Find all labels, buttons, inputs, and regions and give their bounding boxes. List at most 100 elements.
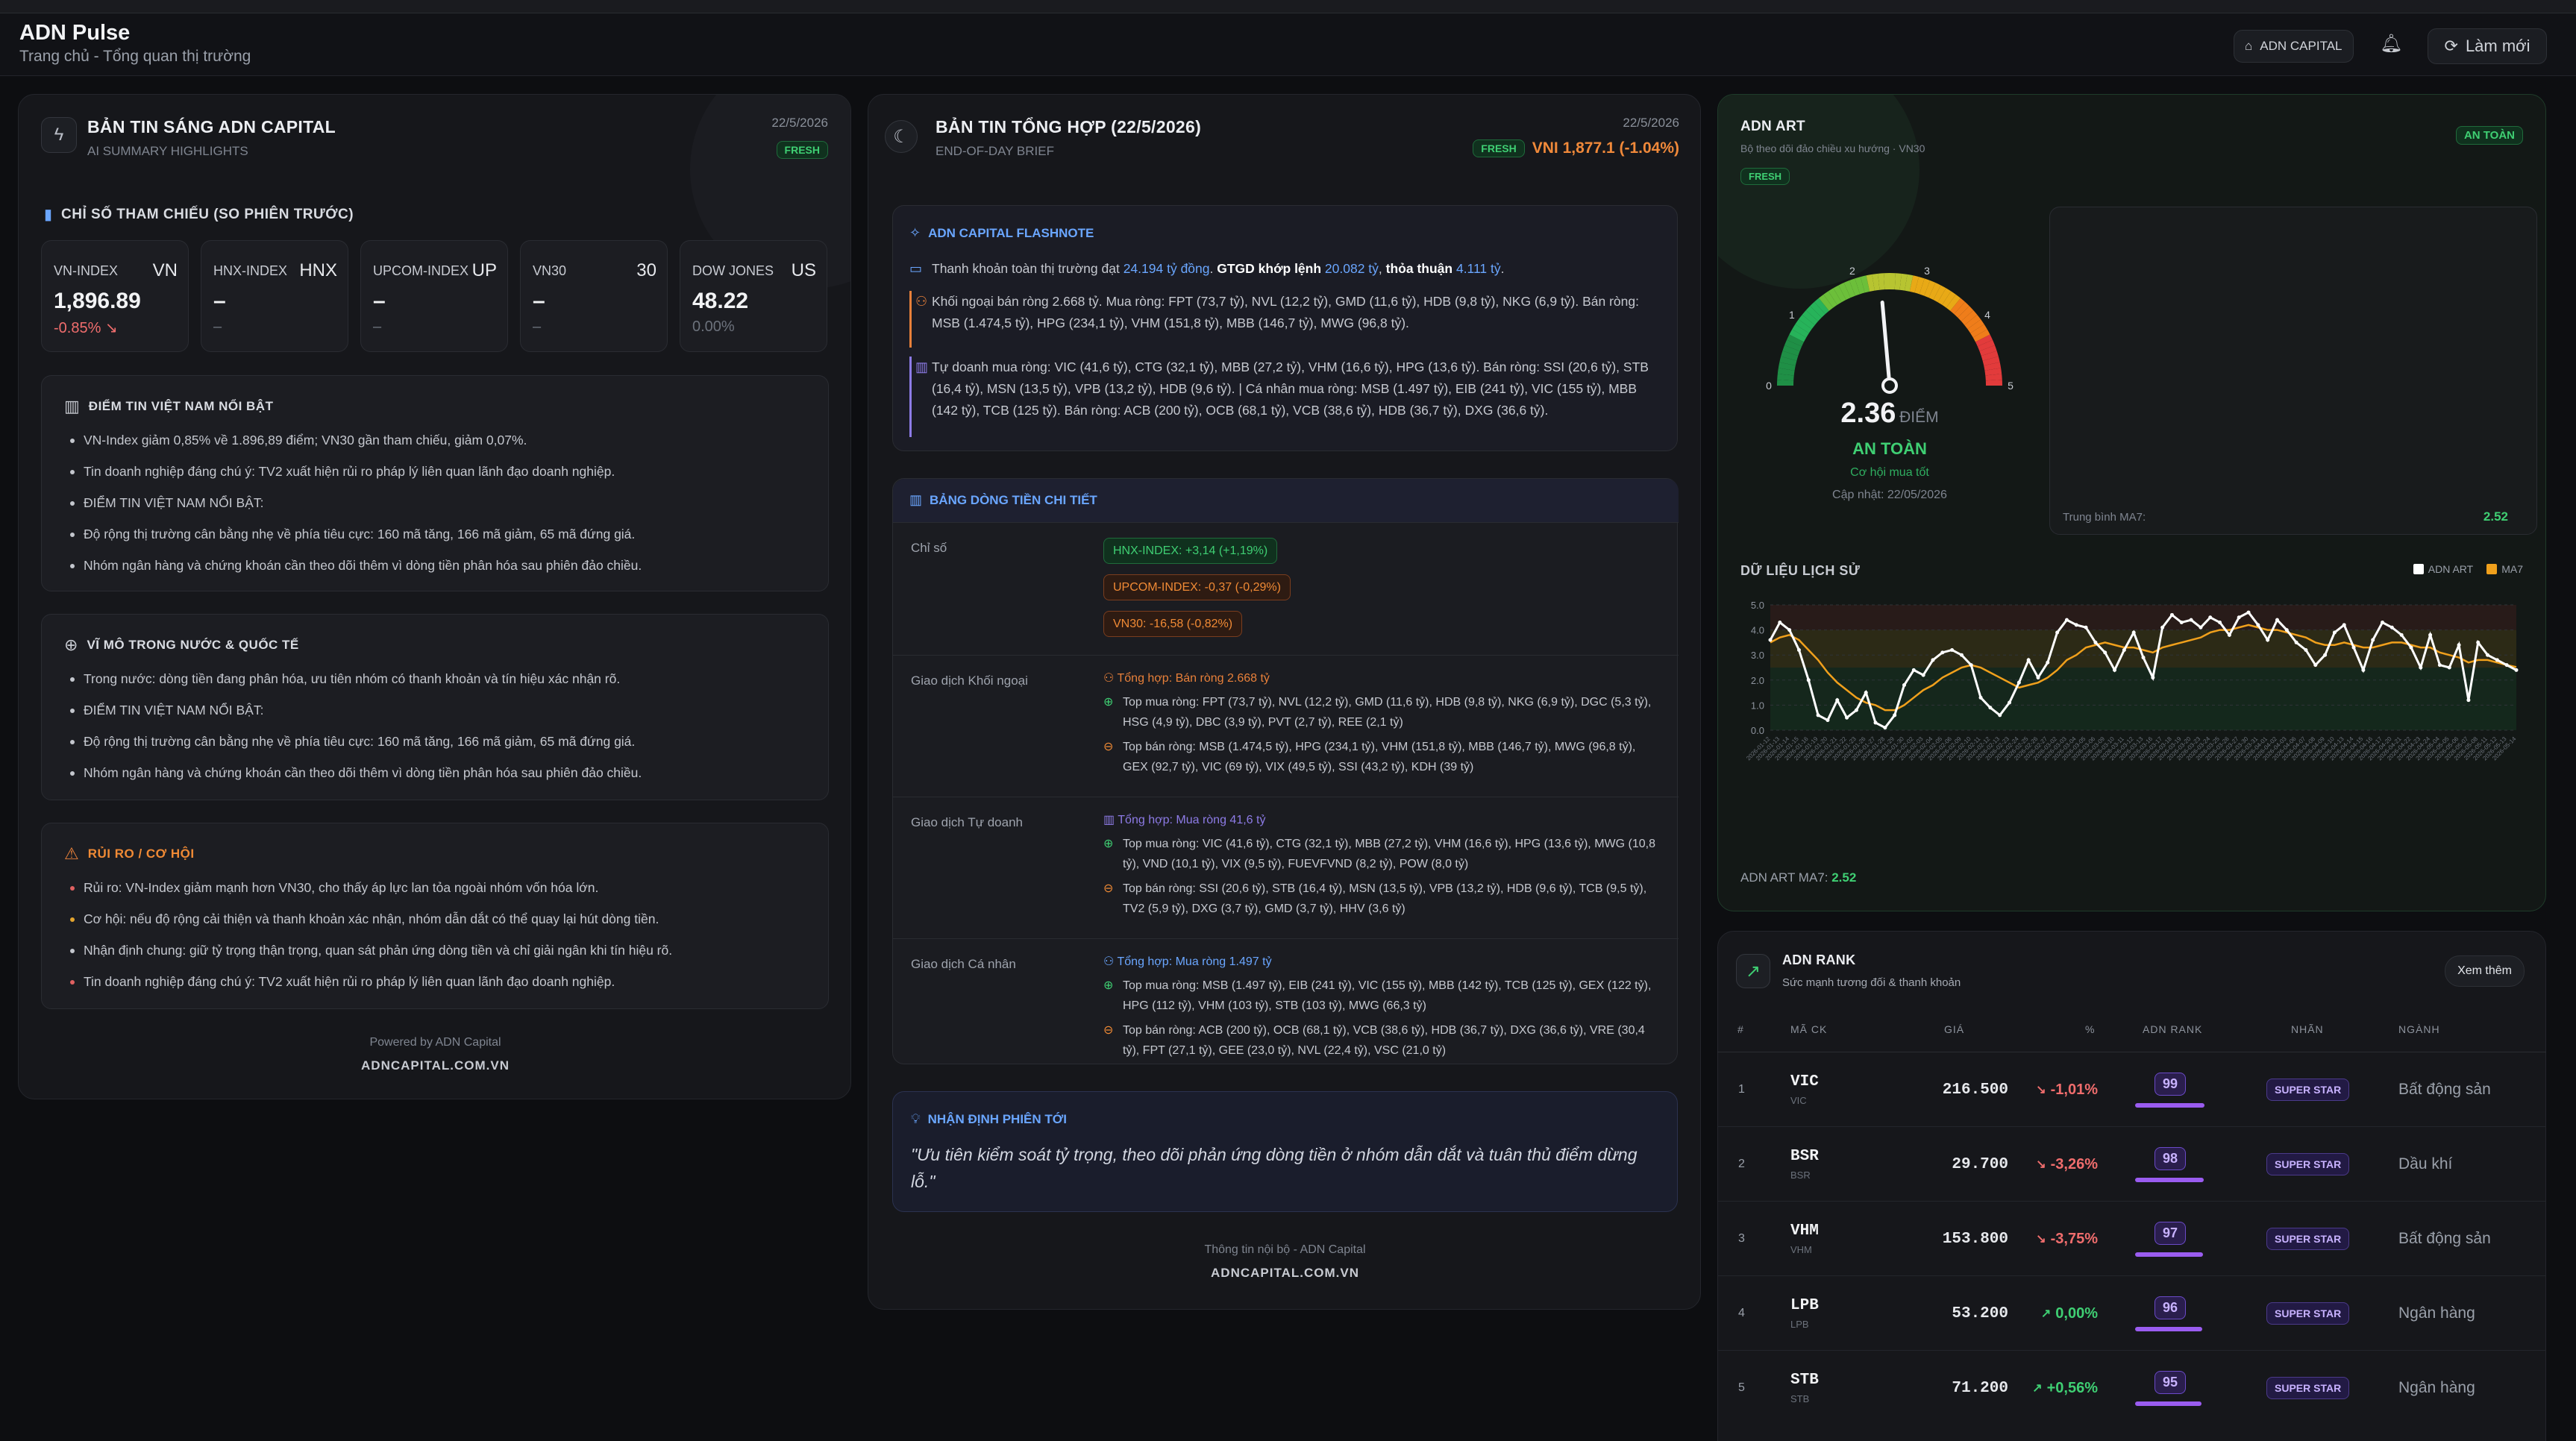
macro-box: ⊕ VĨ MÔ TRONG NƯỚC & QUỐC TẾ Trong nước: … [41, 614, 829, 800]
browser-tab-strip [0, 0, 2576, 13]
index-card-dowjones[interactable]: DOW JONES US 48.22 0.00% [680, 240, 827, 352]
gauge-arc-segment [1982, 356, 2000, 366]
rank-row[interactable]: 3 VHM VHM 153.800 ↘ -3,75% 97 SUPER STAR Bất độn… [1717, 1201, 2546, 1275]
minus-circle-icon: ⊖ [1103, 882, 1114, 895]
rank-score: 99 [2135, 1072, 2205, 1108]
app-header: ADN Pulse Trang chủ - Tổng quan thị trườ… [0, 13, 2576, 76]
vni-summary: VNI 1,877.1 (-1.04%) [1532, 139, 1679, 157]
index-card-hnx[interactable]: HNX-INDEX HNX – – [201, 240, 348, 352]
table-title: BẢNG DÒNG TIỀN CHI TIẾT [930, 492, 1097, 507]
list-item: Rủi ro: VN-Index giảm mạnh hơn VN30, cho… [64, 880, 806, 895]
data-point [2351, 645, 2356, 650]
gauge-tick-label: 3 [1924, 265, 1930, 277]
gauge-arc-segment [1946, 294, 1961, 311]
zone-band [1770, 605, 2516, 630]
data-point [1911, 668, 1916, 672]
gauge-arc-segment [1823, 291, 1837, 308]
gauge-arc-segment [1777, 374, 1794, 381]
site-link[interactable]: ADNCAPITAL.COM.VN [868, 1266, 1700, 1281]
gauge-arc-segment [1984, 362, 2002, 371]
plus-circle-icon: ⊕ [1103, 838, 1114, 850]
data-point [2389, 625, 2394, 630]
rank-row[interactable]: 1 VIC VIC 216.500 ↘ -1,01% 99 SUPER STAR Bất độn… [1717, 1052, 2546, 1126]
data-point [2361, 668, 2366, 672]
panel-title: ADN ART [1740, 119, 1805, 134]
gauge-arc-segment [1798, 314, 1815, 330]
gauge-arc-segment [1924, 280, 1936, 298]
plus-circle-icon: ⊕ [1103, 696, 1114, 709]
chart-legend: ADN ART MA7 [2413, 563, 2523, 575]
panel-subtitle: Sức mạnh tương đối & thanh khoản [1782, 976, 1961, 989]
data-point [2486, 653, 2490, 657]
gauge-unit: ĐIỂM [1899, 409, 1939, 426]
col-rank: # [1737, 1023, 1744, 1035]
lightbulb-icon: 💡︎ [911, 1111, 921, 1126]
trend-up-icon: ↗ [1736, 954, 1770, 988]
rank-row[interactable]: 4 LPB LPB 53.200 ↗ 0,00% 96 SUPER STAR Ngân hàng [1717, 1275, 2546, 1350]
ticker[interactable]: STB [1790, 1372, 1819, 1389]
data-point [2419, 665, 2423, 670]
gauge-hub [1881, 377, 1898, 394]
gauge-status: AN TOÀN [1852, 439, 1927, 458]
data-point [2332, 630, 2337, 635]
refresh-button[interactable]: ⟳ Làm mới [2428, 28, 2547, 64]
risk-box: ⚠ RỦI RO / CƠ HỘI Rủi ro: VN-Index giảm m… [41, 823, 829, 1009]
ticker[interactable]: LPB [1790, 1297, 1819, 1314]
y-tick-label: 1.0 [1751, 700, 1764, 711]
data-point [2313, 663, 2318, 668]
gauge-arc-segment [1833, 285, 1846, 303]
gauge-arc-segment [1843, 280, 1855, 298]
data-point [2246, 610, 2251, 615]
view-more-button[interactable]: Xem thêm [2445, 955, 2525, 987]
fresh-badge: FRESH [1740, 168, 1790, 185]
rank-bar [2135, 1177, 2204, 1182]
y-tick-label: 0.0 [1751, 725, 1764, 736]
label-badge: SUPER STAR [2266, 1228, 2350, 1250]
gauge-arc-segment [1849, 278, 1861, 296]
index-card-vn30[interactable]: VN30 30 – – [520, 240, 668, 352]
sparkle-icon: ✧ [909, 225, 921, 240]
data-point [2046, 660, 2050, 665]
users-icon: ⚇ [1103, 672, 1115, 685]
flash-foreign: ⚇ Khối ngoại bán ròng 2.668 tỷ. Mua ròng… [893, 291, 1661, 334]
gauge-arc-segment [1782, 345, 1800, 357]
data-point [1978, 695, 1983, 700]
bell-icon[interactable]: 🔔︎ [2380, 33, 2402, 54]
data-point [1893, 713, 1897, 718]
data-point [1883, 726, 1887, 730]
panel-date: 22/5/2026 [1623, 116, 1679, 130]
gauge-arc-segment [1964, 314, 1981, 330]
gauge-arc-segment [1933, 285, 1946, 303]
gauge-arc-segment [1781, 351, 1799, 361]
rank-number: 5 [1738, 1381, 1745, 1394]
opinion-box: 💡︎ NHẬN ĐỊNH PHIÊN TỚI "Ưu tiên kiểm soá… [892, 1091, 1678, 1212]
ticker[interactable]: VHM [1790, 1222, 1819, 1240]
rank-row[interactable]: 2 BSR BSR 29.700 ↘ -3,26% 98 SUPER STAR Dầu khí [1717, 1126, 2546, 1201]
rank-number: 1 [1738, 1083, 1745, 1096]
data-point [1931, 658, 1935, 662]
rank-row[interactable]: 5 STB STB 71.200 ↗ +0,56% 95 SUPER STAR Ngân hàn… [1717, 1350, 2546, 1425]
gauge-arc-segment [1855, 277, 1865, 295]
updated-date: Cập nhật: 22/05/2026 [1832, 489, 1947, 501]
zone-band [1770, 630, 2516, 668]
data-point [2342, 623, 2346, 627]
gauge-arc-segment [1967, 319, 1984, 333]
data-point [1921, 673, 1925, 677]
index-card-upcom[interactable]: UPCOM-INDEX UP – – [360, 240, 508, 352]
y-tick-label: 3.0 [1751, 650, 1764, 661]
y-tick-label: 4.0 [1751, 625, 1764, 636]
gauge-arc-segment [1792, 324, 1809, 338]
brand-button[interactable]: ⌂ ADN CAPITAL [2234, 30, 2354, 63]
table-row: Giao dịch Tự doanh ▥ Tổng hợp: Mua ròng … [893, 797, 1679, 938]
data-point [2399, 632, 2404, 637]
site-link[interactable]: ADNCAPITAL.COM.VN [19, 1058, 850, 1073]
ticker[interactable]: BSR [1790, 1148, 1819, 1165]
gauge-arc-segment [1979, 345, 1997, 357]
data-point [2093, 640, 2098, 644]
index-card-vnindex[interactable]: VN-INDEX VN 1,896.89 -0.85% ↘ [41, 240, 189, 352]
data-point [1787, 628, 1792, 632]
col-ticker: MÃ CK [1790, 1023, 1828, 1035]
pct-change: -3,26% [2050, 1155, 2098, 1172]
gauge-arc-segment [1928, 283, 1941, 301]
ticker[interactable]: VIC [1790, 1073, 1819, 1090]
